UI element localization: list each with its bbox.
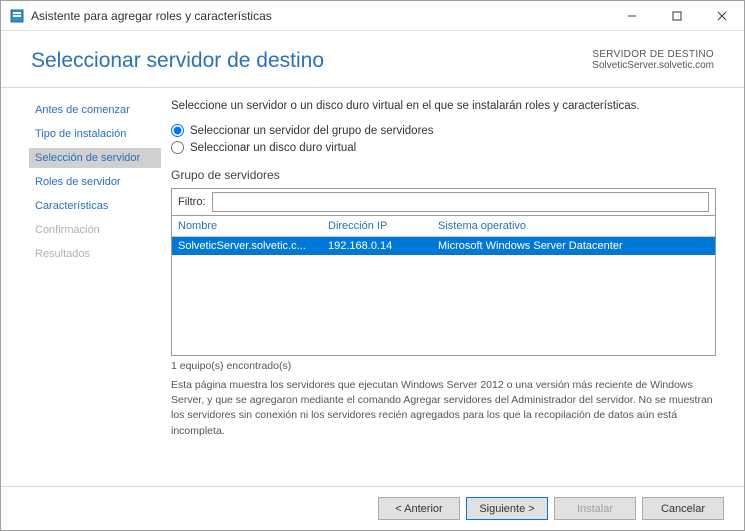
- step-results: Resultados: [29, 244, 161, 264]
- destination-info: SERVIDOR DE DESTINO SolveticServer.solve…: [592, 49, 714, 71]
- radio-vhd[interactable]: Seleccionar un disco duro virtual: [171, 141, 716, 154]
- server-pool-label: Grupo de servidores: [171, 168, 716, 182]
- table-header: Nombre Dirección IP Sistema operativo: [172, 216, 715, 237]
- table-empty-space: [172, 255, 715, 355]
- cell-name: SolveticServer.solvetic.c...: [178, 240, 328, 252]
- radio-server-pool-label: Seleccionar un servidor del grupo de ser…: [190, 125, 434, 137]
- wizard-header: Seleccionar servidor de destino SERVIDOR…: [1, 31, 744, 88]
- table-row[interactable]: SolveticServer.solvetic.c... 192.168.0.1…: [172, 237, 715, 255]
- step-before-begin[interactable]: Antes de comenzar: [29, 100, 161, 120]
- found-count: 1 equipo(s) encontrado(s): [171, 360, 716, 372]
- previous-button[interactable]: < Anterior: [378, 497, 460, 520]
- maximize-button[interactable]: [654, 1, 699, 31]
- wizard-steps: Antes de comenzar Tipo de instalación Se…: [1, 88, 161, 486]
- close-button[interactable]: [699, 1, 744, 31]
- radio-vhd-input[interactable]: [171, 141, 184, 154]
- wizard-content: Seleccione un servidor o un disco duro v…: [161, 88, 744, 486]
- radio-vhd-label: Seleccionar un disco duro virtual: [190, 142, 356, 154]
- titlebar: Asistente para agregar roles y caracterí…: [1, 1, 744, 31]
- step-install-type[interactable]: Tipo de instalación: [29, 124, 161, 144]
- step-features[interactable]: Características: [29, 196, 161, 216]
- next-button[interactable]: Siguiente >: [466, 497, 548, 520]
- radio-server-pool[interactable]: Seleccionar un servidor del grupo de ser…: [171, 124, 716, 137]
- column-os[interactable]: Sistema operativo: [438, 220, 709, 232]
- cell-os: Microsoft Windows Server Datacenter: [438, 240, 709, 252]
- column-ip[interactable]: Dirección IP: [328, 220, 438, 232]
- filter-input[interactable]: [212, 192, 710, 212]
- install-button: Instalar: [554, 497, 636, 520]
- radio-server-pool-input[interactable]: [171, 124, 184, 137]
- server-table: Nombre Dirección IP Sistema operativo So…: [171, 215, 716, 356]
- window-controls: [609, 1, 744, 30]
- step-server-roles[interactable]: Roles de servidor: [29, 172, 161, 192]
- step-confirmation: Confirmación: [29, 220, 161, 240]
- minimize-button[interactable]: [609, 1, 654, 31]
- window-title: Asistente para agregar roles y caracterí…: [31, 9, 609, 23]
- filter-bar: Filtro:: [171, 188, 716, 215]
- wizard-footer: < Anterior Siguiente > Instalar Cancelar: [1, 486, 744, 530]
- page-title: Seleccionar servidor de destino: [31, 49, 592, 73]
- app-icon: [9, 8, 25, 24]
- destination-label: SERVIDOR DE DESTINO: [592, 49, 714, 60]
- footnote-text: Esta página muestra los servidores que e…: [171, 378, 716, 439]
- filter-label: Filtro:: [172, 192, 212, 212]
- destination-server: SolveticServer.solvetic.com: [592, 60, 714, 71]
- step-server-selection[interactable]: Selección de servidor: [29, 148, 161, 168]
- column-name[interactable]: Nombre: [178, 220, 328, 232]
- instruction-text: Seleccione un servidor o un disco duro v…: [171, 100, 716, 112]
- cell-ip: 192.168.0.14: [328, 240, 438, 252]
- wizard-body: Antes de comenzar Tipo de instalación Se…: [1, 88, 744, 486]
- cancel-button[interactable]: Cancelar: [642, 497, 724, 520]
